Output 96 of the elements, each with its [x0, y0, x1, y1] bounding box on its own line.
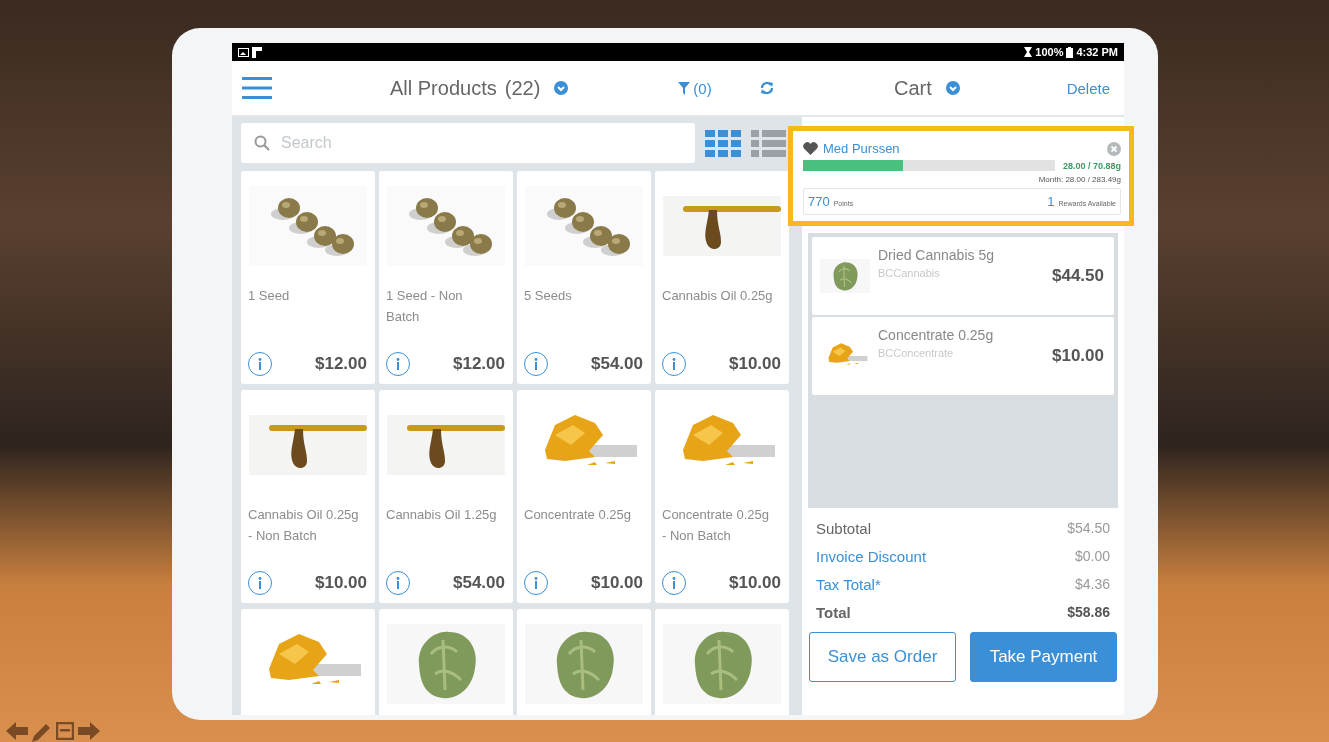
products-dropdown[interactable] — [554, 81, 569, 95]
info-icon — [396, 358, 400, 370]
product-price: $10.00 — [315, 573, 367, 593]
customer-name[interactable]: Med Purssen — [823, 141, 1102, 156]
search-field[interactable]: Search — [241, 123, 695, 163]
product-name: 1 Seed - Non Batch — [386, 287, 464, 326]
picture-icon — [238, 47, 249, 57]
item-category: BCCannabis — [878, 267, 941, 279]
search-icon — [254, 135, 270, 151]
total-value: $0.00 — [1074, 548, 1110, 564]
notes-icon — [56, 722, 74, 740]
info-button[interactable] — [524, 352, 548, 376]
product-price: $12.00 — [453, 354, 505, 374]
points-count: 770 — [808, 194, 830, 209]
info-button[interactable] — [386, 352, 410, 376]
item-name: Concentrate 0.25g — [878, 327, 995, 343]
product-name: Concentrate 0.25g — [524, 506, 632, 524]
save-order-button[interactable]: Save as Order — [809, 632, 956, 682]
product-name: Cannabis Oil 0.25g - Non Batch — [248, 506, 360, 545]
product-card[interactable]: 5 Seeds $54.00 — [517, 171, 651, 384]
heart-icon — [803, 142, 818, 155]
product-card[interactable]: Cannabis Oil 1.25g $54.00 — [379, 390, 513, 603]
product-card[interactable]: Cannabis Oil 0.25g $10.00 — [655, 171, 789, 384]
rewards-count: 1 — [1047, 194, 1055, 209]
cart-item[interactable]: Dried Cannabis 5g BCCannabis $44.50 — [812, 237, 1114, 315]
chevron-down-icon — [554, 81, 569, 95]
info-button[interactable] — [662, 352, 686, 376]
filter-icon — [678, 81, 691, 95]
refresh-button[interactable] — [759, 81, 774, 95]
info-icon — [396, 577, 400, 589]
product-price: $10.00 — [591, 573, 643, 593]
products-title: All Products — [390, 76, 497, 100]
info-button[interactable] — [662, 571, 686, 595]
grid-view-button[interactable] — [705, 129, 741, 157]
item-price: $44.50 — [1052, 266, 1104, 286]
total-label: Subtotal — [816, 519, 872, 537]
info-icon — [534, 577, 538, 589]
back-button[interactable] — [6, 722, 28, 742]
info-button[interactable] — [248, 571, 272, 595]
product-name: 5 Seeds — [524, 287, 573, 305]
menu-icon — [242, 76, 272, 100]
monthly-limit: Month: 28.00 / 283.49g — [1038, 175, 1121, 184]
chevron-down-icon — [945, 81, 960, 95]
product-price: $54.00 — [591, 354, 643, 374]
product-price: $10.00 — [729, 354, 781, 374]
product-price: $10.00 — [729, 573, 781, 593]
filter-button[interactable]: (0) — [678, 79, 712, 97]
cart-title: Cart — [894, 76, 932, 100]
arrow-left-icon — [6, 722, 28, 740]
product-card[interactable]: Cannabis Oil 0.25g - Non Batch $10.00 — [241, 390, 375, 603]
total-value: $58.86 — [1067, 604, 1110, 620]
total-value: $54.50 — [1067, 520, 1110, 536]
product-card[interactable]: Concentrate 0.25g $10.00 — [517, 390, 651, 603]
info-icon — [534, 358, 538, 370]
product-name: Cannabis Oil 0.25g — [662, 287, 774, 305]
alarm-icon — [1024, 47, 1033, 57]
product-name: 1 Seed — [248, 287, 291, 305]
info-icon — [258, 358, 262, 370]
product-card[interactable]: 1 Seed $12.00 — [241, 171, 375, 384]
notes-button[interactable] — [56, 722, 74, 742]
flag-icon — [252, 46, 262, 58]
menu-button[interactable] — [242, 76, 272, 100]
item-category: BCConcentrate — [878, 347, 955, 359]
limit-reading: 28.00 / 70.88g — [1062, 160, 1121, 171]
product-price: $12.00 — [315, 354, 367, 374]
info-icon — [672, 577, 676, 589]
product-price: $54.00 — [453, 573, 505, 593]
info-button[interactable] — [386, 571, 410, 595]
product-name: Concentrate 0.25g - Non Batch — [662, 506, 770, 545]
battery-percent: 100% — [1035, 46, 1064, 58]
refresh-icon — [759, 81, 774, 95]
edit-button[interactable] — [32, 722, 52, 742]
list-view-button[interactable] — [751, 129, 786, 157]
pencil-icon — [32, 722, 52, 742]
close-icon — [1107, 141, 1121, 156]
item-price: $10.00 — [1052, 346, 1104, 366]
arrow-right-icon — [78, 722, 100, 740]
total-link[interactable]: Tax Total* — [816, 575, 881, 593]
remove-customer-button[interactable] — [1107, 141, 1121, 156]
product-card[interactable]: 1 Seed - Non Batch $12.00 — [379, 171, 513, 384]
total-value: $4.36 — [1074, 576, 1110, 592]
products-count: (22) — [504, 76, 541, 100]
item-name: Dried Cannabis 5g — [878, 247, 995, 263]
product-name: Cannabis Oil 1.25g — [386, 506, 498, 524]
clock-time: 4:32 PM — [1076, 46, 1118, 58]
battery-icon — [1066, 46, 1074, 58]
total-label: Total — [816, 603, 851, 621]
forward-button[interactable] — [78, 722, 100, 742]
info-button[interactable] — [248, 352, 272, 376]
cart-dropdown[interactable] — [945, 81, 960, 95]
total-link[interactable]: Invoice Discount — [816, 547, 927, 565]
info-icon — [258, 577, 262, 589]
info-icon — [672, 358, 676, 370]
cart-item[interactable]: Concentrate 0.25g BCConcentrate $10.00 — [812, 317, 1114, 395]
product-card[interactable]: Concentrate 0.25g - Non Batch $10.00 — [655, 390, 789, 603]
info-button[interactable] — [524, 571, 548, 595]
